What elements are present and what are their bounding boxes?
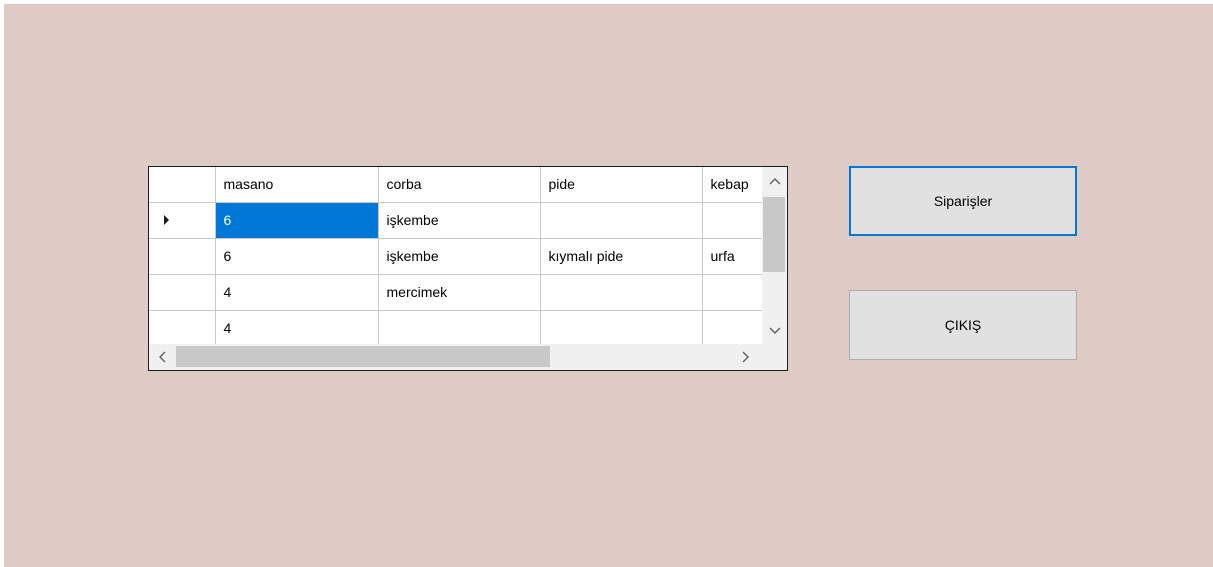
- column-header-masano[interactable]: masano: [215, 167, 379, 203]
- cell-masano[interactable]: 4: [215, 310, 379, 347]
- horizontal-scroll-thumb[interactable]: [176, 346, 550, 367]
- cell-corba[interactable]: işkembe: [378, 202, 541, 239]
- siparisler-button[interactable]: Siparişler: [849, 166, 1077, 236]
- cikis-button[interactable]: ÇIKIŞ: [849, 290, 1077, 360]
- cell-masano[interactable]: 6: [215, 238, 379, 275]
- row-header[interactable]: [149, 238, 216, 275]
- row-header[interactable]: [149, 202, 216, 239]
- table-row[interactable]: 6 işkembe: [149, 202, 773, 239]
- current-row-arrow-icon: [164, 215, 169, 225]
- orders-data-grid[interactable]: masano corba pide kebap 6 işkembe 6 işke…: [148, 166, 788, 371]
- cell-pide[interactable]: [540, 310, 703, 347]
- grid-table: masano corba pide kebap 6 işkembe 6 işke…: [149, 167, 773, 347]
- column-header-corba[interactable]: corba: [378, 167, 541, 203]
- header-row: masano corba pide kebap: [149, 167, 773, 203]
- top-left-header-cell[interactable]: [149, 167, 216, 203]
- cell-corba[interactable]: [378, 310, 541, 347]
- column-header-pide[interactable]: pide: [540, 167, 703, 203]
- cell-masano[interactable]: 4: [215, 274, 379, 311]
- scroll-down-icon[interactable]: [762, 317, 787, 344]
- cell-corba[interactable]: mercimek: [378, 274, 541, 311]
- scroll-up-icon[interactable]: [762, 167, 787, 194]
- horizontal-scrollbar[interactable]: [149, 344, 762, 370]
- cell-pide[interactable]: [540, 202, 703, 239]
- vertical-scroll-thumb[interactable]: [763, 197, 785, 272]
- row-header[interactable]: [149, 274, 216, 311]
- scroll-left-icon[interactable]: [149, 344, 175, 370]
- cell-pide[interactable]: kıymalı pide: [540, 238, 703, 275]
- table-row[interactable]: 4 mercimek: [149, 274, 773, 311]
- scroll-right-icon[interactable]: [733, 344, 759, 370]
- row-header[interactable]: [149, 310, 216, 347]
- cell-corba[interactable]: işkembe: [378, 238, 541, 275]
- vertical-scrollbar[interactable]: [762, 167, 787, 344]
- scrollbar-corner: [762, 344, 787, 370]
- cell-masano[interactable]: 6: [215, 202, 379, 239]
- table-row[interactable]: 4: [149, 310, 773, 347]
- cell-pide[interactable]: [540, 274, 703, 311]
- table-row[interactable]: 6 işkembe kıymalı pide urfa: [149, 238, 773, 275]
